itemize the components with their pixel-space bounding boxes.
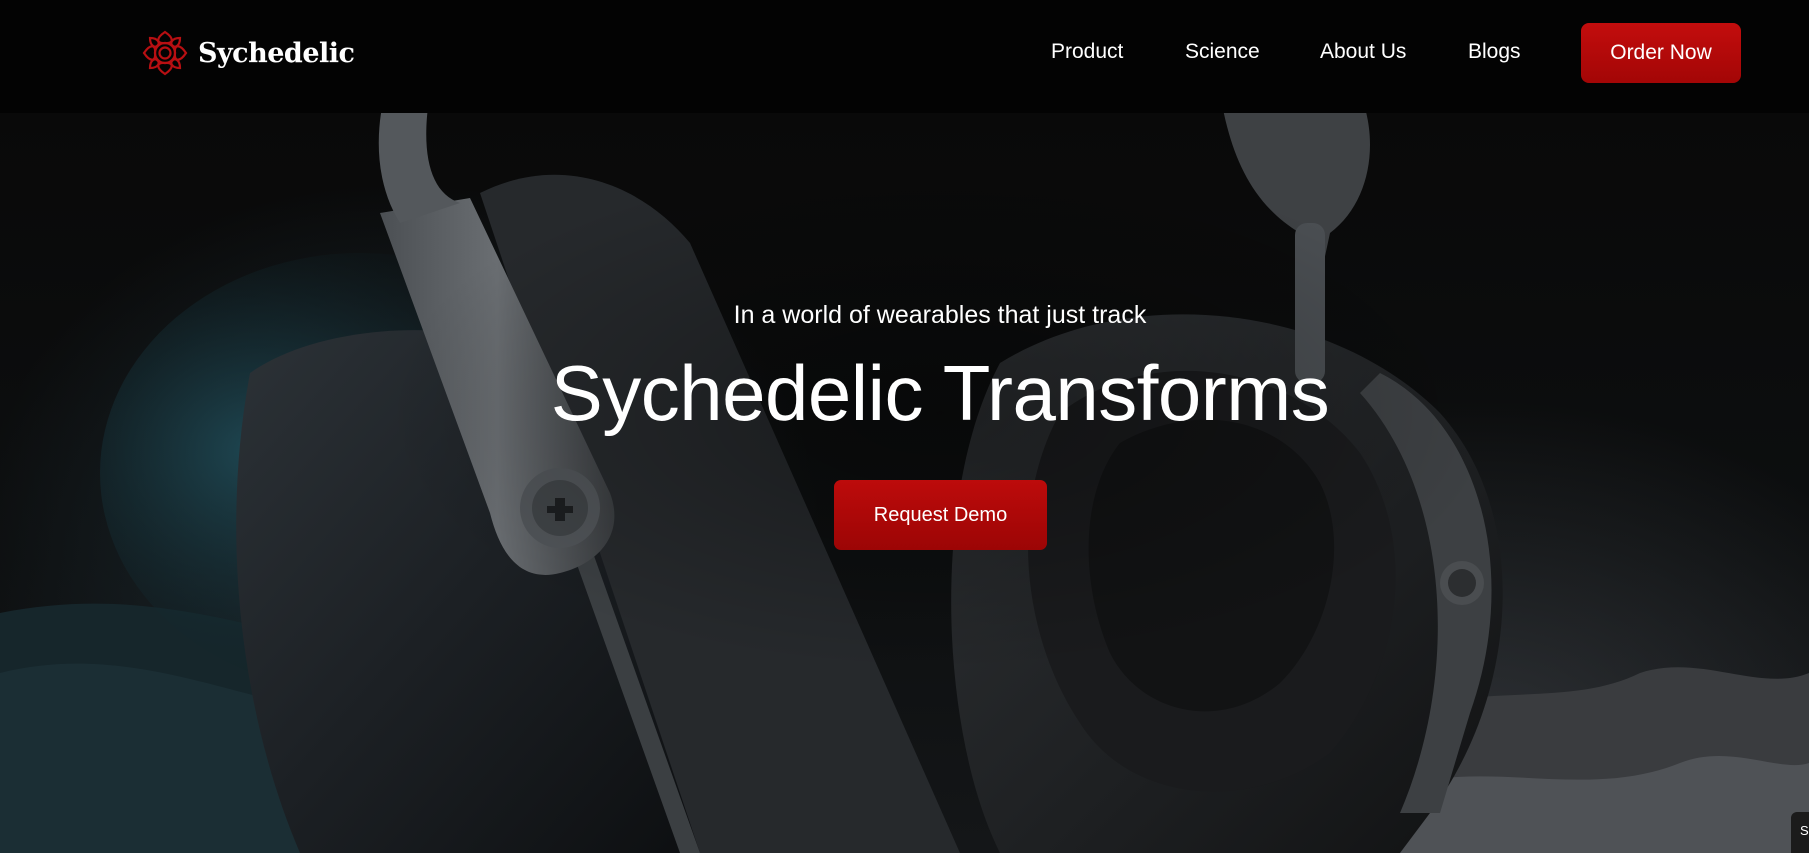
site-header: Sychedelic Product Science About Us Blog… <box>0 0 1809 113</box>
hero-tagline: In a world of wearables that just track <box>733 301 1147 329</box>
brand-logo[interactable]: Sychedelic <box>141 29 355 77</box>
brand-name: Sychedelic <box>198 37 355 69</box>
nav-item-blogs[interactable]: Blogs <box>1468 40 1521 64</box>
order-now-button[interactable]: Order Now <box>1581 23 1741 83</box>
nav-item-product[interactable]: Product <box>1051 40 1123 64</box>
corner-tab[interactable]: S <box>1791 812 1809 853</box>
rose-mandala-icon <box>142 30 188 76</box>
request-demo-button[interactable]: Request Demo <box>834 480 1047 550</box>
hero-title: Sychedelic Transforms <box>550 349 1330 437</box>
nav-item-science[interactable]: Science <box>1185 40 1260 64</box>
hero-section: In a world of wearables that just track … <box>0 113 1809 853</box>
nav-item-about-us[interactable]: About Us <box>1320 40 1406 64</box>
